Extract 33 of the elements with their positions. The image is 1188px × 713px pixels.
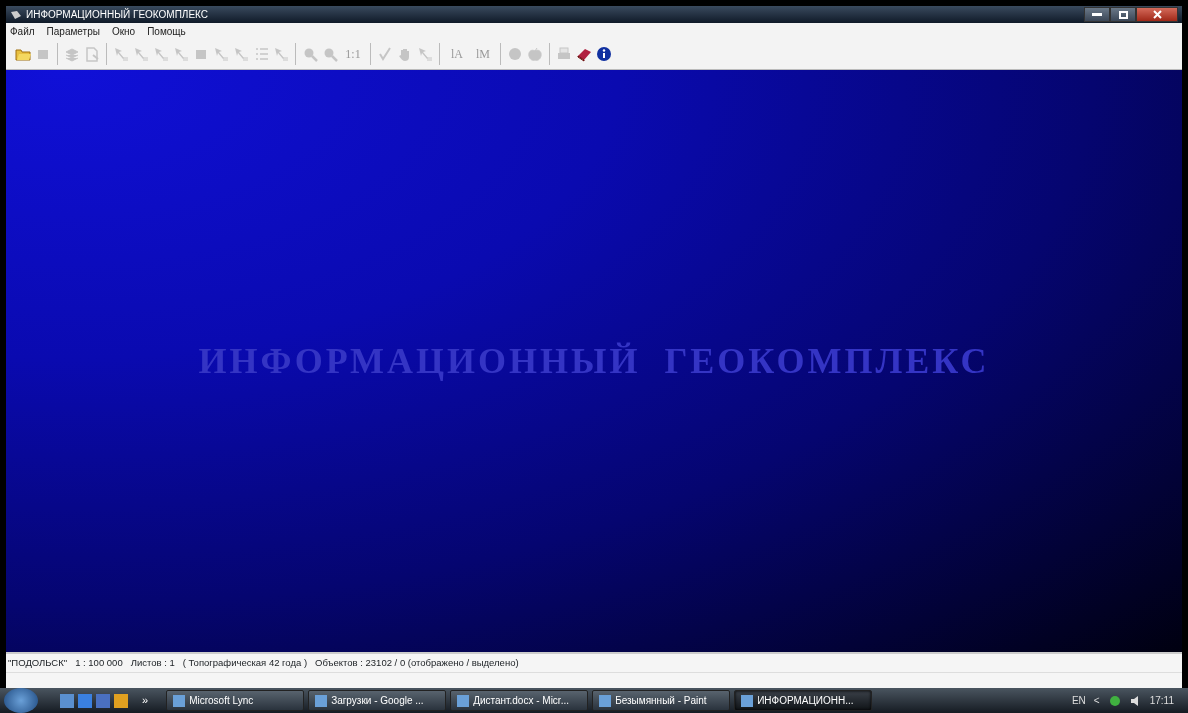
close-button[interactable] [1136,7,1178,22]
app-icon [10,9,22,20]
taskbar-button[interactable]: Загрузки - Google ... [308,690,447,711]
minimize-button[interactable] [1084,7,1110,22]
info-icon[interactable] [596,45,612,62]
taskbar-button[interactable]: Безымянный - Paint [592,690,731,711]
tray-expand-button[interactable]: < [1093,693,1100,708]
quick-launch-icon[interactable] [96,693,110,708]
status-text: "ПОДОЛЬСК" [8,655,68,670]
maximize-icon[interactable] [1118,10,1128,19]
status-text: ( Топографическая 42 года ) [182,655,308,670]
overflow-chevron[interactable]: » [142,692,149,709]
quick-launch-icon[interactable] [114,693,128,708]
language-indicator[interactable]: EN [1071,693,1086,708]
start-button[interactable] [4,688,38,713]
taskbar-button[interactable]: Дистант.docx - Micr... [450,690,589,711]
taskbar-button[interactable]: Microsoft Lync [166,690,305,711]
menu-item[interactable]: Файл [10,24,35,37]
quick-launch-icon[interactable] [78,693,92,708]
status-text: 1 : 100 000 [75,655,123,670]
menu-item[interactable]: Параметры [46,24,100,37]
clock[interactable]: 17:11 [1149,693,1174,708]
maximize-button[interactable] [1110,7,1136,22]
quick-launch-icon[interactable] [60,693,74,708]
splash-title: ИНФОРМАЦИОННЫЙ ГЕОКОМПЛЕКС [198,340,990,383]
network-icon[interactable] [1107,694,1122,707]
menu-item[interactable]: Помощь [147,24,186,37]
status-text: Листов : 1 [130,655,175,670]
close-icon[interactable] [1152,10,1162,19]
window-title: ИНФОРМАЦИОННЫЙ ГЕОКОМПЛЕКС [26,7,208,22]
menu-item[interactable]: Окно [111,24,136,37]
status-text: Объектов : 23102 / 0 (отображено / выделено) [315,655,519,670]
taskbar-button[interactable]: ИНФОРМАЦИОНН... [734,690,873,711]
